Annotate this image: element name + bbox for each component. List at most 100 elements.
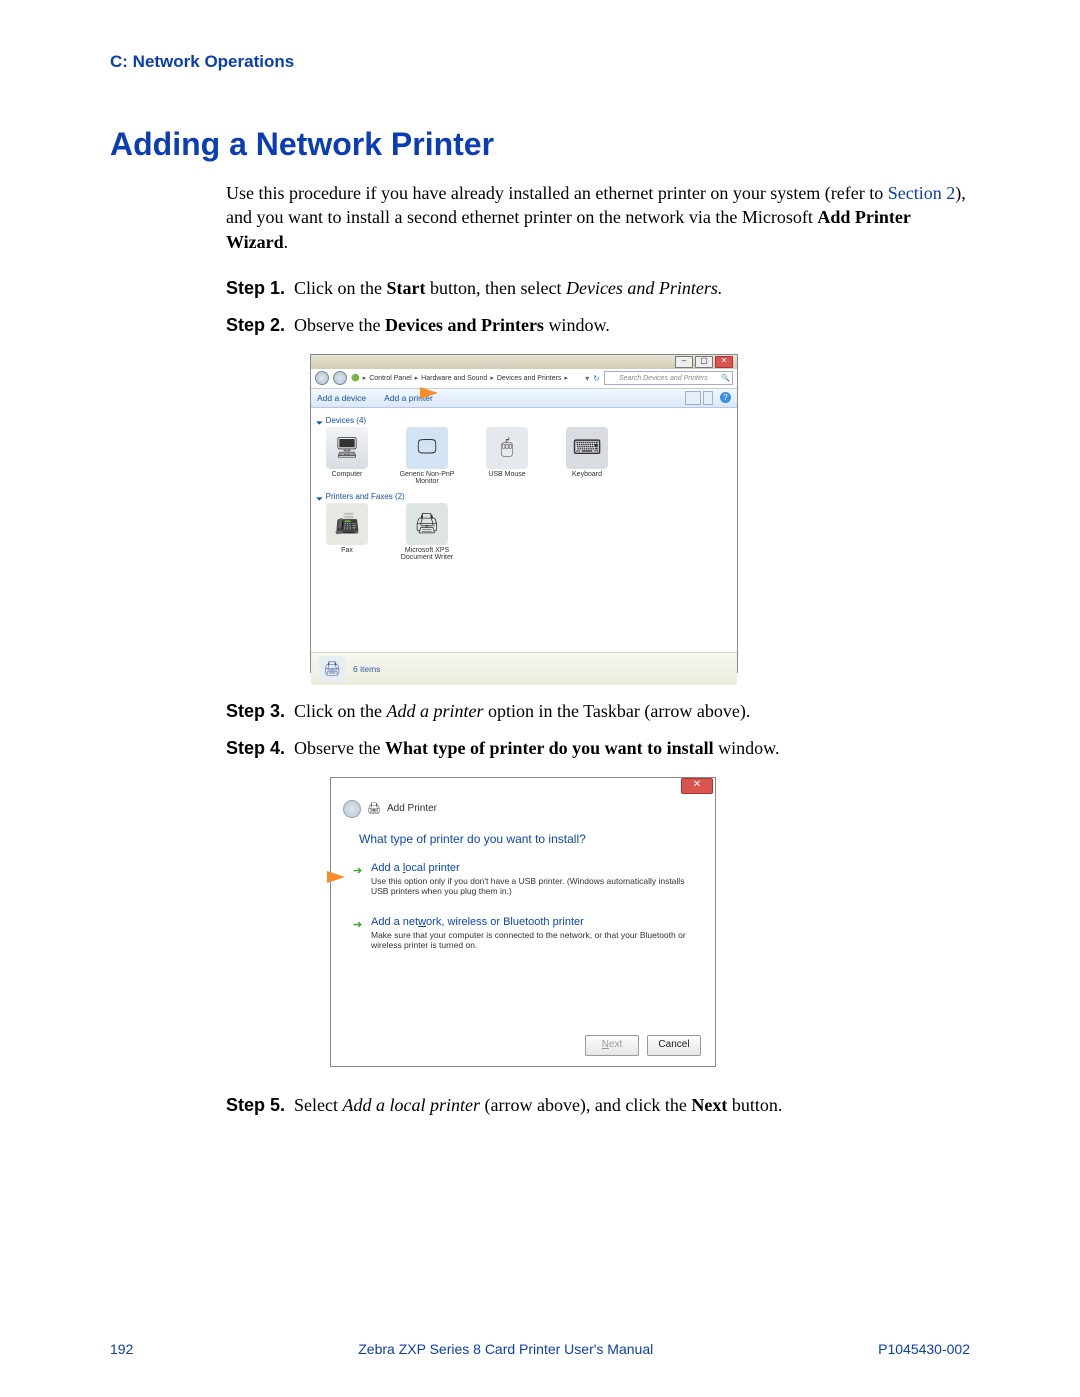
- step-3: Step 3. Click on the Add a printer optio…: [226, 701, 970, 722]
- device-fax[interactable]: 📠 Fax: [317, 503, 377, 562]
- device-xps[interactable]: 🖨Microsoft XPS Document Writer: [397, 503, 457, 562]
- device-monitor[interactable]: 🖵Generic Non-PnP Monitor: [397, 427, 457, 486]
- crumb[interactable]: Hardware and Sound: [421, 375, 487, 382]
- label: Fax: [317, 547, 377, 554]
- t: button.: [727, 1095, 782, 1115]
- nav-back-icon[interactable]: [315, 371, 329, 385]
- section-2-link[interactable]: Section 2: [888, 183, 956, 203]
- crumb[interactable]: Devices and Printers: [497, 375, 562, 382]
- label: Keyboard: [557, 471, 617, 478]
- label: Computer: [317, 471, 377, 478]
- page-footer: 192 Zebra ZXP Series 8 Card Printer User…: [110, 1341, 970, 1357]
- t: option in the Taskbar (arrow above).: [484, 701, 751, 721]
- printers-row: 📠 Fax 🖨Microsoft XPS Document Writer: [317, 503, 731, 562]
- next-button[interactable]: Next: [585, 1035, 639, 1056]
- page-number: 192: [110, 1341, 133, 1357]
- dialog-header: 🖨 Add Printer: [331, 796, 715, 822]
- step-1-body: Click on the Start button, then select D…: [294, 278, 970, 299]
- t: button, then select: [426, 278, 566, 298]
- manual-page: C: Network Operations Adding a Network P…: [0, 0, 1080, 1397]
- label: USB Mouse: [477, 471, 537, 478]
- t: Start: [387, 278, 426, 298]
- printer-icon: 🖨: [406, 503, 448, 545]
- option-title: Add a network, wireless or Bluetooth pri…: [371, 916, 687, 928]
- t: Devices and Printers: [385, 315, 544, 335]
- view-mode-button[interactable]: [685, 391, 701, 405]
- step-1: Step 1. Click on the Start button, then …: [226, 278, 970, 299]
- step-5: Step 5. Select Add a local printer (arro…: [226, 1095, 970, 1116]
- device-computer[interactable]: 🖥Computer: [317, 427, 377, 486]
- t: Select: [294, 1095, 342, 1115]
- step-5-body: Select Add a local printer (arrow above)…: [294, 1095, 970, 1116]
- steps-list-3: Step 5. Select Add a local printer (arro…: [226, 1095, 970, 1116]
- step-2: Step 2. Observe the Devices and Printers…: [226, 315, 970, 336]
- t: Click on the: [294, 278, 387, 298]
- devices-row: 🖥Computer 🖵Generic Non-PnP Monitor 🖱USB …: [317, 427, 731, 486]
- t: Observe the: [294, 315, 385, 335]
- fax-icon: 📠: [326, 503, 368, 545]
- dialog-question: What type of printer do you want to inst…: [331, 822, 715, 862]
- callout-arrow-icon: [420, 387, 438, 399]
- option-arrow-icon: ➔: [353, 864, 362, 877]
- maximize-button[interactable]: ▢: [695, 356, 713, 368]
- step-4-body: Observe the What type of printer do you …: [294, 738, 970, 759]
- t: Next: [691, 1095, 727, 1115]
- option-arrow-icon: ➔: [353, 918, 362, 931]
- address-bar: 🟢▸ Control Panel▸ Hardware and Sound▸ De…: [311, 369, 737, 389]
- steps-list-2: Step 3. Click on the Add a printer optio…: [226, 701, 970, 759]
- add-printer-dialog: ✕ 🖨 Add Printer What type of printer do …: [330, 777, 716, 1067]
- status-icon: 🖨: [319, 656, 345, 682]
- t: (arrow above), and click the: [480, 1095, 691, 1115]
- dialog-title: Add Printer: [387, 803, 437, 814]
- option-title: Add a local printer: [371, 862, 687, 874]
- back-icon[interactable]: [343, 800, 361, 818]
- cancel-button[interactable]: Cancel: [647, 1035, 701, 1056]
- printers-category[interactable]: Printers and Faxes (2): [317, 492, 731, 501]
- t: What type of printer do you want to inst…: [385, 738, 714, 758]
- search-placeholder: Search Devices and Printers: [619, 375, 708, 382]
- window-controls: – ▢ ✕: [675, 356, 733, 368]
- titlebar: – ▢ ✕: [311, 355, 737, 369]
- step-1-label: Step 1.: [226, 278, 294, 299]
- step-2-label: Step 2.: [226, 315, 294, 336]
- intro-paragraph: Use this procedure if you have already i…: [226, 181, 970, 254]
- view-buttons: [685, 391, 713, 405]
- minimize-button[interactable]: –: [675, 356, 693, 368]
- devices-category[interactable]: Devices (4): [317, 416, 731, 425]
- status-bar: 🖨 6 items: [311, 652, 737, 685]
- search-input[interactable]: Search Devices and Printers: [604, 371, 733, 385]
- nav-forward-icon[interactable]: [333, 371, 347, 385]
- step-5-label: Step 5.: [226, 1095, 294, 1116]
- manual-title: Zebra ZXP Series 8 Card Printer User's M…: [358, 1341, 653, 1357]
- monitor-icon: 🖵: [406, 427, 448, 469]
- keyboard-icon: ⌨: [566, 427, 608, 469]
- step-4: Step 4. Observe the What type of printer…: [226, 738, 970, 759]
- crumb[interactable]: Control Panel: [369, 375, 411, 382]
- intro-tail: .: [284, 232, 289, 252]
- close-button[interactable]: ✕: [715, 356, 733, 368]
- titlebar: ✕: [331, 778, 715, 796]
- option-desc: Make sure that your computer is connecte…: [371, 930, 687, 950]
- t: window.: [544, 315, 610, 335]
- content-area: Devices (4) 🖥Computer 🖵Generic Non-PnP M…: [311, 408, 737, 652]
- step-4-label: Step 4.: [226, 738, 294, 759]
- device-mouse[interactable]: 🖱USB Mouse: [477, 427, 537, 486]
- printer-icon: 🖨: [367, 802, 381, 815]
- t: Add a printer: [387, 701, 484, 721]
- page-heading: Adding a Network Printer: [110, 126, 970, 163]
- breadcrumb[interactable]: 🟢▸ Control Panel▸ Hardware and Sound▸ De…: [351, 374, 581, 382]
- option-network-printer[interactable]: ➔ Add a network, wireless or Bluetooth p…: [371, 916, 687, 950]
- t: Devices and Printers.: [566, 278, 722, 298]
- option-local-printer[interactable]: ➔ Add a local printer Use this option on…: [371, 862, 687, 896]
- status-text: 6 items: [353, 664, 380, 674]
- dialog-buttons: Next Cancel: [585, 1035, 701, 1056]
- t: window.: [714, 738, 780, 758]
- intro-text-1: Use this procedure if you have already i…: [226, 183, 888, 203]
- help-icon[interactable]: ?: [720, 392, 731, 403]
- step-3-body: Click on the Add a printer option in the…: [294, 701, 970, 722]
- close-button[interactable]: ✕: [681, 778, 713, 794]
- add-device-button[interactable]: Add a device: [317, 393, 366, 403]
- t: Observe the: [294, 738, 385, 758]
- view-dropdown-button[interactable]: [703, 391, 713, 405]
- device-keyboard[interactable]: ⌨ Keyboard: [557, 427, 617, 486]
